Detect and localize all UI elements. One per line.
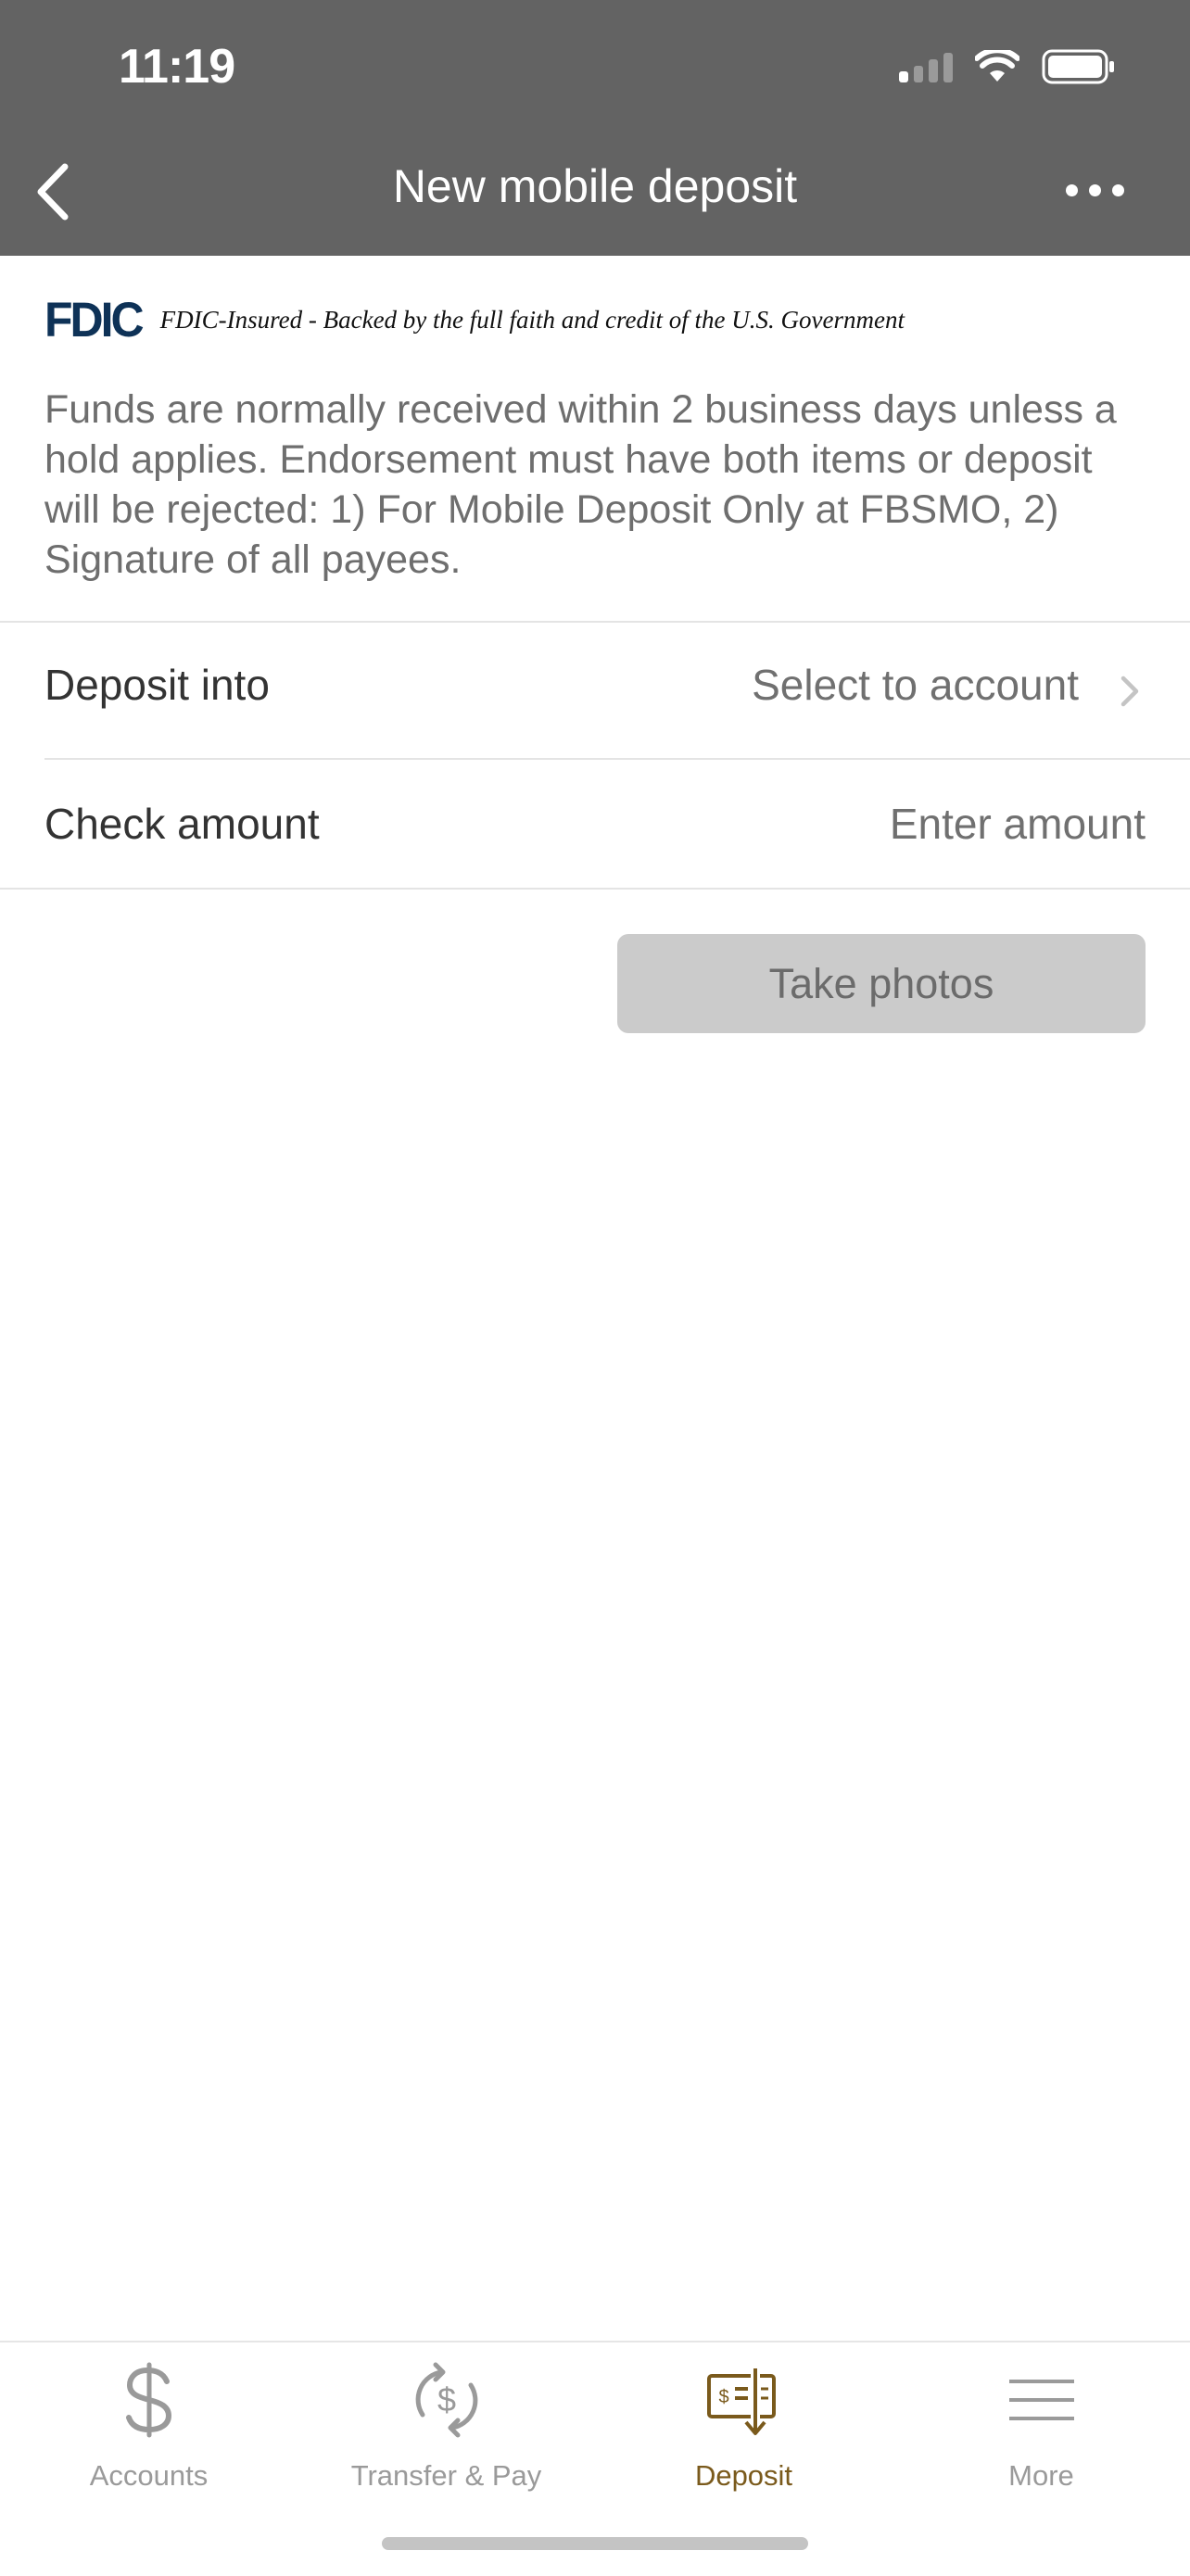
tab-deposit[interactable]: $ Deposit	[595, 2342, 892, 2509]
divider	[0, 621, 1190, 623]
chevron-right-icon	[1120, 676, 1139, 707]
tab-accounts[interactable]: Accounts	[0, 2342, 298, 2509]
cellular-signal-icon	[899, 51, 953, 82]
divider	[44, 758, 1190, 760]
fdic-banner: FDIC FDIC-Insured - Backed by the full f…	[44, 293, 905, 347]
deposit-into-label: Deposit into	[44, 661, 270, 709]
tab-label: Deposit	[694, 2459, 793, 2492]
divider	[0, 888, 1190, 890]
take-photos-button[interactable]: Take photos	[617, 934, 1146, 1033]
deposit-check-icon: $	[706, 2367, 776, 2435]
menu-icon	[1008, 2380, 1074, 2420]
tab-more[interactable]: More	[892, 2342, 1190, 2509]
header-bar: 11:19 New mobile deposit	[0, 0, 1190, 256]
more-options-icon[interactable]	[1066, 178, 1131, 202]
battery-icon	[1042, 49, 1114, 84]
deposit-into-value[interactable]: Select to account	[752, 660, 1079, 710]
svg-text:$: $	[437, 2380, 455, 2418]
check-amount-label: Check amount	[44, 800, 320, 848]
transfer-icon: $	[415, 2362, 477, 2438]
status-time: 11:19	[119, 40, 235, 94]
tab-label: Accounts	[89, 2459, 209, 2492]
tab-transfer-pay[interactable]: $ Transfer & Pay	[298, 2342, 595, 2509]
status-icons	[899, 48, 1116, 85]
tab-label: Transfer & Pay	[350, 2459, 542, 2492]
check-amount-input[interactable]: Enter amount	[890, 799, 1146, 849]
dollar-icon	[125, 2362, 171, 2438]
fdic-logo: FDIC	[44, 292, 145, 347]
tab-label: More	[1008, 2459, 1074, 2492]
fdic-text: FDIC-Insured - Backed by the full faith …	[159, 305, 905, 334]
wifi-icon	[975, 50, 1019, 82]
page-title: New mobile deposit	[392, 160, 798, 212]
deposit-notice: Funds are normally received within 2 bus…	[44, 387, 1117, 582]
svg-text:$: $	[718, 2387, 728, 2407]
home-indicator	[382, 2537, 808, 2550]
